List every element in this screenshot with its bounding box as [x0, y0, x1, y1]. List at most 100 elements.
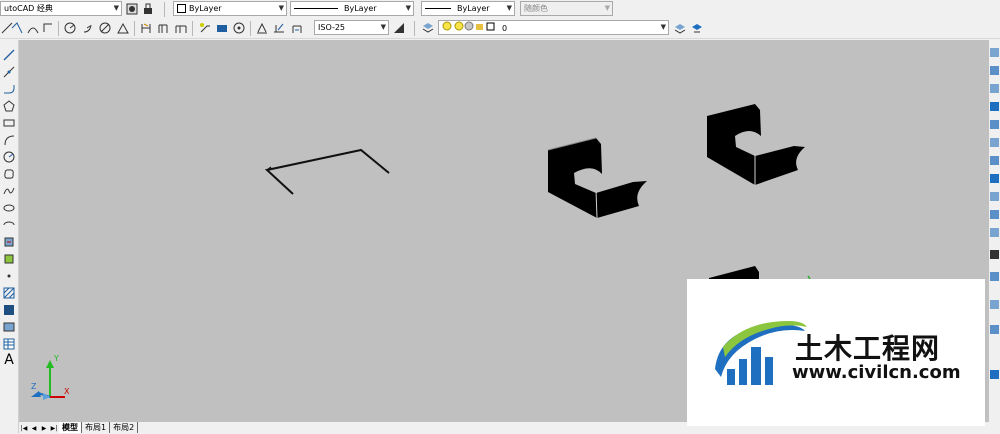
linetype-control[interactable]: ByLayer ▼ [290, 1, 414, 16]
arc-icon[interactable] [2, 133, 16, 147]
erase-icon[interactable] [990, 48, 999, 57]
chevron-down-icon: ▼ [113, 4, 119, 12]
circle-icon[interactable] [2, 150, 16, 164]
spline-icon[interactable] [2, 184, 16, 198]
dim-angular-icon[interactable] [116, 21, 130, 35]
point-icon[interactable] [2, 269, 16, 283]
separator [164, 2, 165, 17]
center-mark-icon[interactable] [232, 21, 246, 35]
construction-line-icon[interactable] [2, 65, 16, 79]
tab-layout1[interactable]: 布局1 [82, 422, 111, 433]
break-icon[interactable] [990, 250, 999, 259]
array-icon[interactable] [990, 120, 999, 129]
qleader-icon[interactable] [198, 21, 212, 35]
plotstyle-control[interactable]: 随颜色 ▼ [520, 1, 613, 16]
dim-edit-icon[interactable] [255, 21, 269, 35]
table-icon[interactable] [2, 337, 16, 351]
scale-icon[interactable] [990, 174, 999, 183]
dim-aligned-icon[interactable] [10, 21, 24, 35]
toolbar-row-2: ISO-25 ▼ 0 ▼ [0, 19, 1000, 39]
workspace-settings-icon[interactable] [125, 2, 139, 16]
layer-previous-icon[interactable] [690, 21, 704, 35]
multiline-text-icon[interactable]: A [2, 352, 16, 368]
tab-last-icon[interactable]: ▶| [49, 423, 59, 434]
chevron-down-icon: ▼ [604, 4, 610, 12]
trim-icon[interactable] [990, 210, 999, 219]
dimstyle-control[interactable]: ISO-25 ▼ [314, 20, 389, 35]
separator [58, 21, 59, 36]
dim-radius-icon[interactable] [63, 21, 77, 35]
draw-toolbar: A [0, 40, 19, 433]
offset-icon[interactable] [990, 102, 999, 111]
watermark-overlay: 土木工程网 www.civilcn.com [687, 279, 985, 426]
tolerance-icon[interactable] [215, 21, 229, 35]
region-icon[interactable] [2, 320, 16, 334]
quick-dim-icon[interactable] [139, 21, 153, 35]
toolbar-row-1: utoCAD 经典 ▼ ByLayer ▼ ByLayer ▼ ByLayer … [0, 0, 1000, 19]
linetype-value: ByLayer [344, 4, 377, 13]
ellipse-arc-icon[interactable] [2, 218, 16, 232]
solid-channel-shape-2[interactable] [707, 104, 805, 185]
fillet-icon[interactable] [990, 325, 999, 334]
workspace-select[interactable]: utoCAD 经典 ▼ [0, 1, 122, 16]
separator [250, 21, 251, 36]
layer-properties-icon[interactable] [421, 21, 435, 35]
dim-ordinate-icon[interactable] [41, 21, 55, 35]
revision-cloud-icon[interactable] [2, 167, 16, 181]
chevron-down-icon: ▼ [660, 23, 666, 31]
explode-icon[interactable] [990, 370, 999, 379]
dim-arc-icon[interactable] [26, 21, 40, 35]
wire-polyline[interactable] [264, 148, 390, 195]
lineweight-control[interactable]: ByLayer ▼ [421, 1, 515, 16]
line-icon[interactable] [2, 48, 16, 62]
copy-icon[interactable] [990, 66, 999, 75]
extend-icon[interactable] [990, 228, 999, 237]
rectangle-icon[interactable] [2, 116, 16, 130]
dim-baseline-icon[interactable] [156, 21, 170, 35]
join-icon[interactable] [990, 272, 999, 281]
multiline-text-glyph: A [4, 352, 14, 368]
tab-first-icon[interactable]: |◀ [19, 423, 29, 434]
lineweight-value: ByLayer [457, 4, 490, 13]
tab-next-icon[interactable]: ▶ [39, 423, 49, 434]
dimstyle-manager-icon[interactable] [392, 21, 406, 35]
chamfer-icon[interactable] [990, 300, 999, 309]
color-value: ByLayer [189, 4, 222, 13]
dim-continue-icon[interactable] [174, 21, 188, 35]
move-icon[interactable] [990, 138, 999, 147]
dim-jogged-icon[interactable] [81, 21, 95, 35]
dim-diameter-icon[interactable] [98, 21, 112, 35]
solid-channel-shape-3[interactable] [709, 266, 811, 280]
polygon-icon[interactable] [2, 99, 16, 113]
ucs-icon [31, 360, 65, 400]
ucs-y-label: Y [54, 354, 59, 363]
hatch-icon[interactable] [2, 286, 16, 300]
tab-prev-icon[interactable]: ◀ [29, 423, 39, 434]
dim-update-icon[interactable] [290, 21, 304, 35]
tab-layout2[interactable]: 布局2 [110, 422, 139, 433]
polyline-icon[interactable] [2, 82, 16, 96]
ellipse-icon[interactable] [2, 201, 16, 215]
workspace-value: utoCAD 经典 [4, 4, 53, 13]
gradient-icon[interactable] [2, 303, 16, 317]
separator [192, 21, 193, 36]
ucs-z-label: Z [31, 382, 37, 391]
layer-state-icons [442, 21, 502, 34]
mirror-icon[interactable] [990, 84, 999, 93]
chevron-down-icon: ▼ [278, 4, 284, 12]
color-control[interactable]: ByLayer ▼ [173, 1, 287, 16]
make-block-icon[interactable] [2, 252, 16, 266]
lineweight-preview [425, 8, 451, 9]
make-current-layer-icon[interactable] [673, 21, 687, 35]
tab-model[interactable]: 模型 [59, 422, 82, 433]
rotate-icon[interactable] [990, 156, 999, 165]
toolbar-lock-icon[interactable] [141, 2, 155, 16]
stretch-icon[interactable] [990, 192, 999, 201]
dim-text-edit-icon[interactable] [272, 21, 286, 35]
watermark-title: 土木工程网 [795, 332, 941, 365]
chevron-down-icon: ▼ [506, 4, 512, 12]
plotstyle-value: 随颜色 [524, 4, 548, 13]
layer-control[interactable]: 0 ▼ [438, 20, 669, 35]
solid-channel-shape-1[interactable] [547, 137, 647, 219]
insert-block-icon[interactable] [2, 235, 16, 249]
